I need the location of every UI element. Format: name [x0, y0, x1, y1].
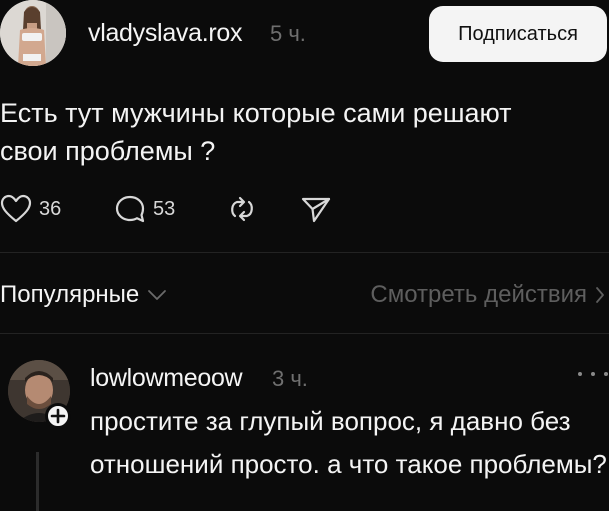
author-avatar[interactable] — [0, 0, 66, 66]
heart-icon — [0, 194, 32, 223]
comment-timestamp: 3 ч. — [272, 366, 308, 391]
send-icon — [301, 197, 331, 223]
repost-button[interactable] — [226, 192, 258, 226]
like-button[interactable]: 36 — [0, 192, 61, 226]
chevron-down-icon — [148, 290, 167, 300]
reply-count: 53 — [153, 197, 176, 220]
thread-screen: vladyslava.rox 5 ч. Подписаться Есть тут… — [0, 0, 609, 511]
comment-bubble-icon — [115, 195, 145, 223]
sort-label: Популярные — [0, 281, 140, 308]
more-options-button[interactable] — [578, 366, 608, 382]
chevron-right-icon — [596, 287, 604, 303]
repost-icon — [231, 196, 253, 222]
section-divider — [0, 252, 609, 253]
more-dots-icon — [591, 372, 595, 376]
follow-plus-badge[interactable] — [45, 403, 71, 429]
plus-icon — [50, 408, 66, 424]
follow-button[interactable]: Подписаться — [429, 6, 607, 62]
like-count: 36 — [39, 197, 62, 220]
post-text: Есть тут мужчины которые сами решают сво… — [0, 98, 512, 166]
author-avatar-image — [0, 0, 66, 66]
more-dots-icon — [604, 372, 608, 376]
reply-button[interactable]: 53 — [114, 192, 175, 226]
comment-text: простите за глупый вопрос, я давно без о… — [90, 406, 607, 479]
view-activity-label: Смотреть действия — [370, 281, 587, 308]
thread-line — [36, 452, 39, 511]
more-dots-icon — [578, 372, 582, 376]
post-timestamp: 5 ч. — [270, 21, 306, 46]
section-divider — [0, 333, 609, 334]
post-author-name[interactable]: vladyslava.rox — [88, 19, 243, 48]
sort-dropdown[interactable]: Популярные — [0, 279, 167, 311]
share-button[interactable] — [300, 192, 332, 226]
comment-author-name[interactable]: lowlowmeoow — [90, 364, 243, 393]
view-activity-link[interactable]: Смотреть действия — [370, 279, 605, 311]
